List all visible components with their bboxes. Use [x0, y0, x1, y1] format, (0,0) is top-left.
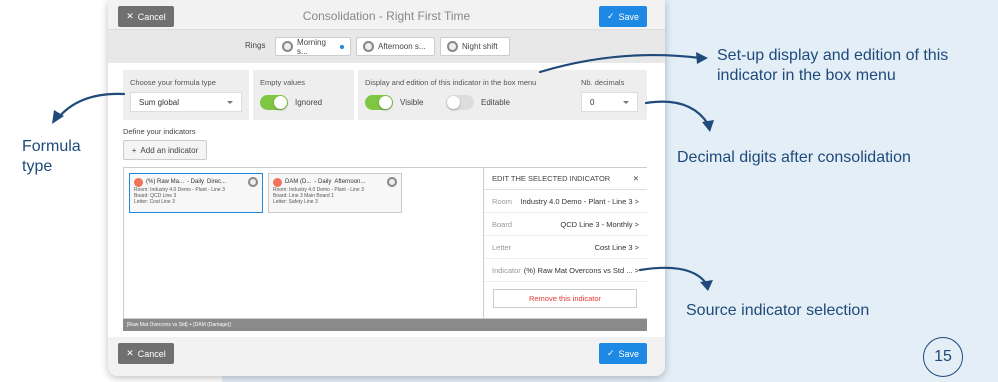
- annotation-formula-type: Formula type: [22, 138, 81, 175]
- arrow-display: [538, 53, 702, 74]
- annotation-source: Source indicator selection: [686, 302, 870, 319]
- arrow-source: [638, 266, 708, 285]
- annotation-display: Set-up display and edition of this indic…: [717, 47, 949, 84]
- page-number: 15: [923, 337, 963, 377]
- arrow-decimals: [644, 100, 710, 126]
- annotation-decimals: Decimal digits after consolidation: [677, 149, 911, 166]
- arrow-formula: [56, 92, 126, 120]
